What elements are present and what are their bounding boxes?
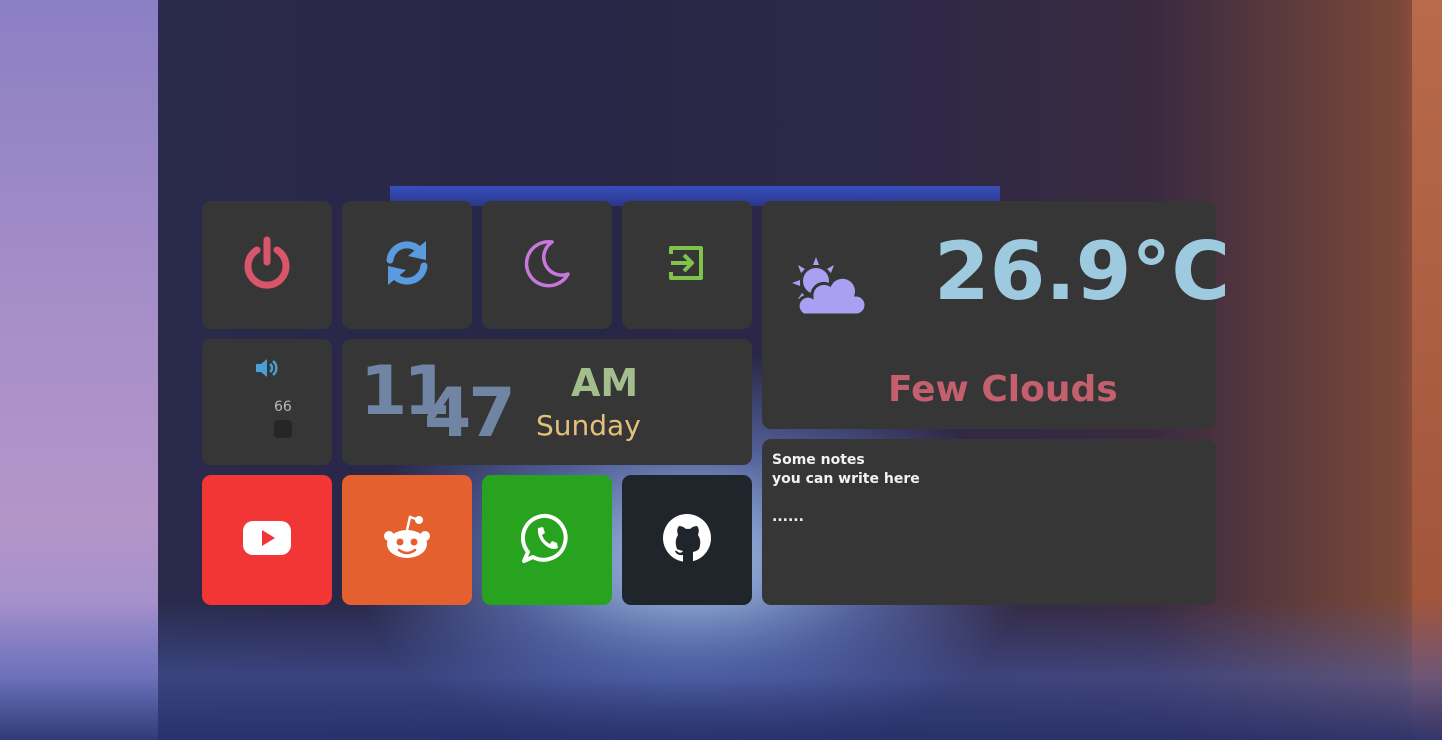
power-icon xyxy=(242,236,292,294)
speaker-icon[interactable] xyxy=(254,356,280,384)
clock-ampm: AM xyxy=(571,361,639,405)
github-link[interactable] xyxy=(622,475,752,605)
logout-button[interactable] xyxy=(622,201,752,329)
whatsapp-link[interactable] xyxy=(482,475,612,605)
volume-slider-handle[interactable] xyxy=(274,420,292,438)
youtube-icon xyxy=(242,520,292,560)
reddit-icon xyxy=(381,514,433,566)
moon-icon xyxy=(522,238,572,292)
notes-text[interactable]: Some notes you can write here ...... xyxy=(772,451,920,527)
reddit-link[interactable] xyxy=(342,475,472,605)
power-button[interactable] xyxy=(202,201,332,329)
cloud-sun-icon xyxy=(790,255,868,323)
weather-condition: Few Clouds xyxy=(888,369,1118,410)
weather-temperature: 26.9°C xyxy=(934,225,1231,318)
clock-minute: 47 xyxy=(424,374,516,453)
whatsapp-icon xyxy=(520,512,573,568)
youtube-link[interactable] xyxy=(202,475,332,605)
github-icon xyxy=(662,513,712,567)
sleep-button[interactable] xyxy=(482,201,612,329)
clock-day: Sunday xyxy=(536,409,641,442)
background-floor xyxy=(0,600,1442,740)
reboot-button[interactable] xyxy=(342,201,472,329)
logout-icon xyxy=(667,244,707,286)
volume-value: 66 xyxy=(274,399,292,415)
refresh-icon xyxy=(382,238,432,292)
